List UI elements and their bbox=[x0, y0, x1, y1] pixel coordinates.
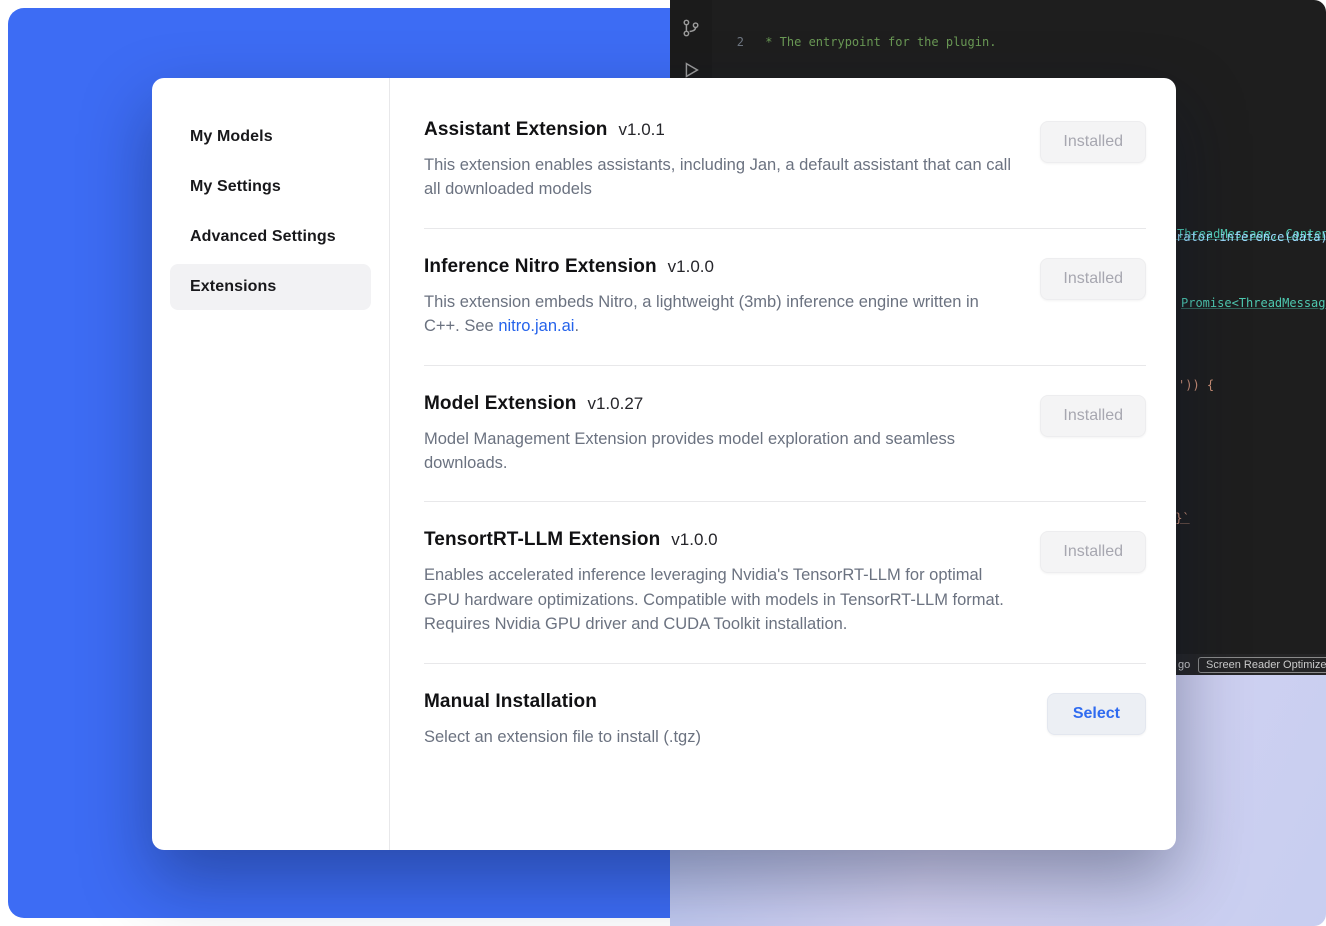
installed-button[interactable]: Installed bbox=[1040, 395, 1146, 437]
manual-installation-description: Select an extension file to install (.tg… bbox=[424, 725, 1012, 749]
installed-button[interactable]: Installed bbox=[1040, 121, 1146, 163]
extension-text: Model Extension v1.0.27 Model Management… bbox=[424, 393, 1012, 476]
line-number: 2 bbox=[712, 34, 744, 50]
select-button[interactable]: Select bbox=[1047, 693, 1146, 735]
sidebar-item-advanced-settings[interactable]: Advanced Settings bbox=[170, 214, 371, 260]
extension-title: Model Extension bbox=[424, 393, 576, 415]
extension-description: Model Management Extension provides mode… bbox=[424, 427, 1012, 476]
extension-text: Assistant Extension v1.0.1 This extensio… bbox=[424, 119, 1012, 202]
extension-description: This extension enables assistants, inclu… bbox=[424, 153, 1012, 202]
extension-row-tensorrt-llm: TensortRT-LLM Extension v1.0.0 Enables a… bbox=[424, 502, 1146, 663]
code-fragment-brace: ')) { bbox=[1178, 378, 1214, 392]
extension-text: TensortRT-LLM Extension v1.0.0 Enables a… bbox=[424, 529, 1012, 636]
extension-row-model: Model Extension v1.0.27 Model Management… bbox=[424, 366, 1146, 503]
extension-text: Manual Installation Select an extension … bbox=[424, 691, 1012, 749]
installed-button[interactable]: Installed bbox=[1040, 531, 1146, 573]
manual-installation-row: Manual Installation Select an extension … bbox=[424, 664, 1146, 775]
code-fragment-promise: Promise<ThreadMessage> bbox=[1181, 296, 1326, 310]
sidebar-item-my-models[interactable]: My Models bbox=[170, 114, 371, 160]
screen-reader-badge[interactable]: Screen Reader Optimized bbox=[1198, 657, 1326, 673]
nitro-jan-ai-link[interactable]: nitro.jan.ai bbox=[498, 317, 574, 335]
extensions-list: Assistant Extension v1.0.1 This extensio… bbox=[390, 78, 1176, 850]
sidebar-item-label: Extensions bbox=[190, 278, 276, 296]
extension-description: Enables accelerated inference leveraging… bbox=[424, 563, 1012, 636]
installed-button[interactable]: Installed bbox=[1040, 258, 1146, 300]
code-comment: * The entrypoint for the plugin. bbox=[758, 34, 996, 50]
manual-installation-title: Manual Installation bbox=[424, 691, 597, 713]
extension-version: v1.0.27 bbox=[587, 394, 643, 414]
extension-text: Inference Nitro Extension v1.0.0 This ex… bbox=[424, 256, 1012, 339]
extension-version: v1.0.0 bbox=[671, 530, 717, 550]
extension-title: Assistant Extension bbox=[424, 119, 608, 141]
extension-version: v1.0.1 bbox=[619, 120, 665, 140]
extension-description: This extension embeds Nitro, a lightweig… bbox=[424, 290, 1012, 339]
source-control-icon[interactable] bbox=[679, 16, 703, 40]
sidebar-item-extensions[interactable]: Extensions bbox=[170, 264, 371, 310]
code-line: 2 * The entrypoint for the plugin. bbox=[712, 34, 1326, 50]
sidebar-item-my-settings[interactable]: My Settings bbox=[170, 164, 371, 210]
extension-row-assistant: Assistant Extension v1.0.1 This extensio… bbox=[424, 92, 1146, 229]
extension-title: TensortRT-LLM Extension bbox=[424, 529, 660, 551]
sidebar-item-label: My Settings bbox=[190, 178, 281, 196]
sidebar-item-label: Advanced Settings bbox=[190, 228, 336, 246]
settings-sidebar: My Models My Settings Advanced Settings … bbox=[152, 78, 390, 850]
settings-modal: My Models My Settings Advanced Settings … bbox=[152, 78, 1176, 850]
extension-row-nitro: Inference Nitro Extension v1.0.0 This ex… bbox=[424, 229, 1146, 366]
extension-title: Inference Nitro Extension bbox=[424, 256, 657, 278]
screenshot-canvas: 2 * The entrypoint for the plugin. 3 */ … bbox=[0, 0, 1326, 926]
extension-version: v1.0.0 bbox=[668, 257, 714, 277]
status-language-text: go bbox=[1178, 659, 1190, 671]
code-fragment-inference: rator.inference(data)); bbox=[1176, 230, 1326, 244]
sidebar-item-label: My Models bbox=[190, 128, 273, 146]
